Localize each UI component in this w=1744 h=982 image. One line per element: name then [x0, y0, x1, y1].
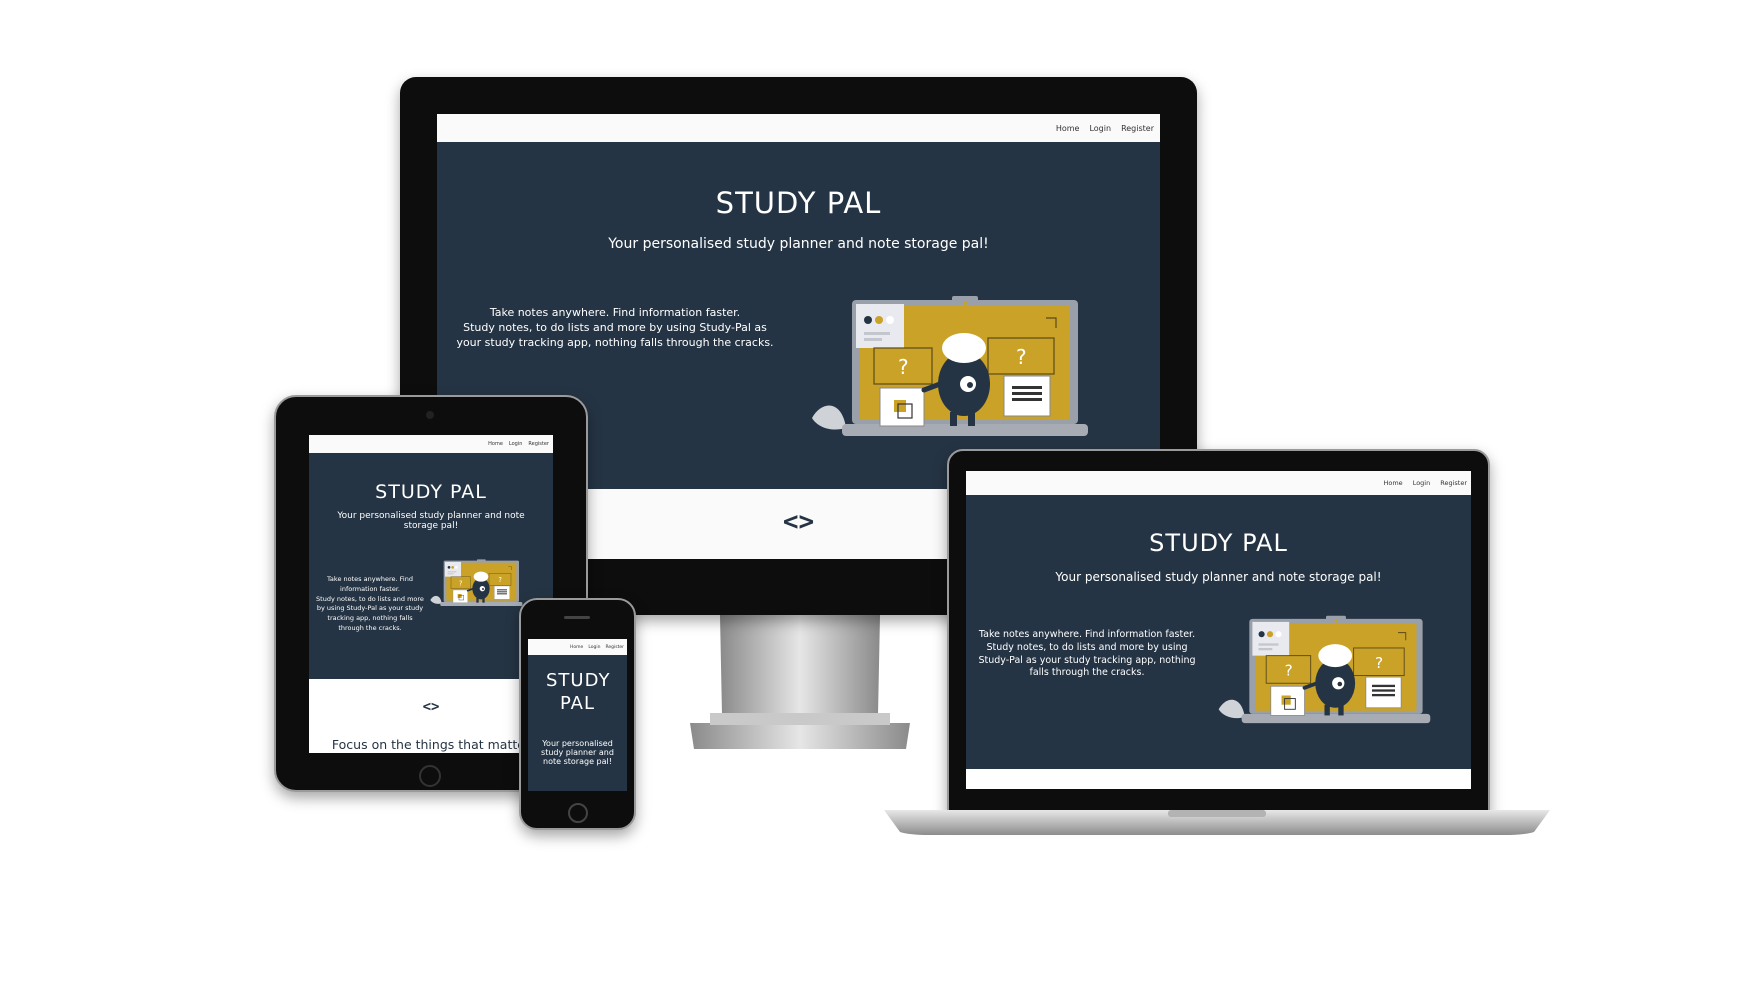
nav-login-link[interactable]: Login [509, 441, 523, 447]
hero-description: Take notes anywhere. Find information fa… [456, 306, 774, 349]
hero-description: Take notes anywhere. Find information fa… [978, 629, 1196, 679]
page-tagline: Your personalised study planner and note… [608, 236, 989, 252]
nav-register-link[interactable]: Register [528, 441, 549, 447]
nav-home-link[interactable]: Home [488, 441, 503, 447]
page-tagline: Your personalised study planner and note… [541, 739, 614, 767]
nav-login-link[interactable]: Login [588, 645, 600, 650]
page-tagline: Your personalised study planner and note… [337, 511, 525, 532]
laptop-navbar: Home Login Register [966, 471, 1471, 495]
phone-hero: STUDY PAL Your personalised study planne… [528, 655, 627, 791]
nav-login-link[interactable]: Login [1413, 479, 1431, 487]
tablet-hero: STUDY PAL Your personalised study planne… [309, 453, 553, 679]
tablet-navbar: Home Login Register [309, 435, 553, 453]
laptop-base [884, 810, 1550, 835]
laptop-illustration [802, 290, 1102, 450]
laptop-device: Home Login Register STUDY PAL Your perso… [947, 449, 1490, 816]
nav-login-link[interactable]: Login [1089, 124, 1111, 133]
nav-home-link[interactable]: Home [1056, 124, 1080, 133]
page-title: STUDY PAL [546, 670, 611, 715]
tablet-screen: Home Login Register STUDY PAL Your perso… [309, 435, 553, 753]
section-heading: Focus on the things that matter [331, 737, 531, 752]
page-tagline: Your personalised study planner and note… [1055, 570, 1382, 584]
page-title: STUDY PAL [715, 186, 882, 220]
home-button[interactable] [419, 765, 441, 787]
nav-register-link[interactable]: Register [605, 645, 624, 650]
code-icon: <> [422, 699, 440, 715]
phone-navbar: Home Login Register [528, 639, 627, 655]
nav-home-link[interactable]: Home [570, 645, 583, 650]
page-title: STUDY PAL [1149, 529, 1288, 557]
hero-description: Take notes anywhere. Find information fa… [316, 575, 424, 632]
laptop-illustration [1216, 613, 1433, 726]
laptop-hero: STUDY PAL Your personalised study planne… [966, 495, 1471, 769]
nav-home-link[interactable]: Home [1383, 479, 1402, 487]
phone-screen: Home Login Register STUDY PAL Your perso… [528, 639, 627, 791]
nav-register-link[interactable]: Register [1121, 124, 1154, 133]
home-button[interactable] [568, 803, 588, 823]
nav-register-link[interactable]: Register [1440, 479, 1467, 487]
laptop-illustration [429, 558, 524, 607]
camera-icon [426, 411, 434, 419]
phone-device: Home Login Register STUDY PAL Your perso… [519, 598, 636, 830]
monitor-stand [680, 615, 920, 755]
desktop-navbar: Home Login Register [437, 114, 1160, 142]
speaker-grille [564, 616, 590, 619]
laptop-screen: Home Login Register STUDY PAL Your perso… [966, 471, 1471, 789]
page-title: STUDY PAL [375, 481, 487, 503]
